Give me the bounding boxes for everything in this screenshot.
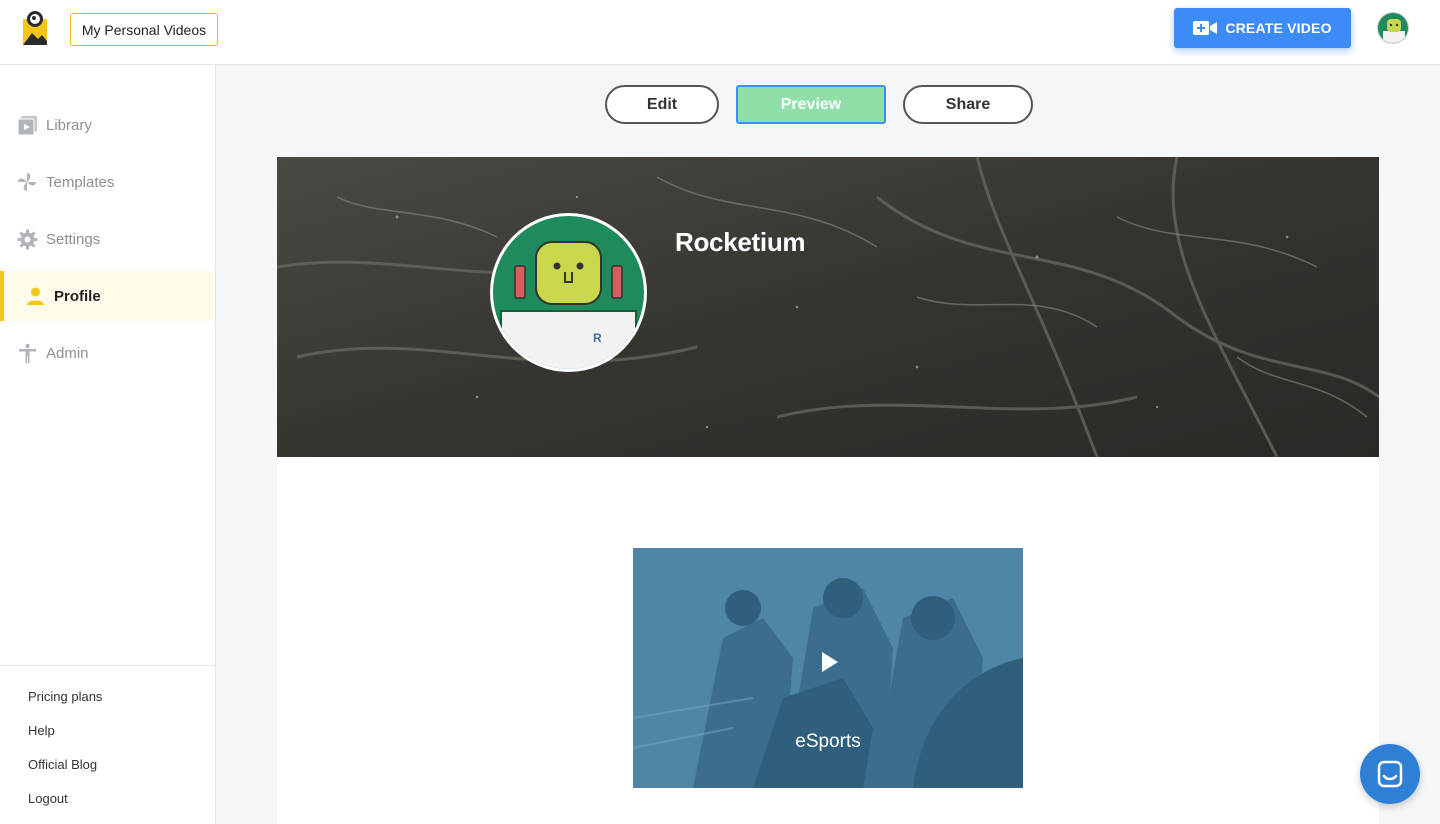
sidebar-item-profile[interactable]: Profile xyxy=(0,271,215,321)
workspace-selector[interactable]: My Personal Videos xyxy=(70,13,218,46)
robot-avatar-icon: R xyxy=(493,216,644,369)
person-icon xyxy=(27,287,44,305)
sidebar-item-label: Profile xyxy=(54,287,101,305)
profile-avatar[interactable]: R xyxy=(490,213,647,372)
tab-edit[interactable]: Edit xyxy=(605,85,719,124)
sidebar-item-label: Settings xyxy=(46,230,101,248)
sidebar-item-label: Admin xyxy=(46,344,89,362)
top-bar: My Personal Videos CREATE VIDEO xyxy=(0,0,1440,65)
profile-banner: R Rocketium xyxy=(277,157,1379,457)
video-card[interactable]: eSports xyxy=(633,548,1023,788)
rocketium-logo-icon[interactable] xyxy=(20,9,50,47)
admin-icon xyxy=(19,343,36,363)
sidebar: Library Templates Settings Profile Admin… xyxy=(0,65,216,824)
video-title: eSports xyxy=(795,731,861,752)
create-video-label: CREATE VIDEO xyxy=(1225,20,1332,36)
chat-icon xyxy=(1377,760,1403,788)
tab-share[interactable]: Share xyxy=(903,85,1033,124)
chat-launcher-button[interactable] xyxy=(1360,744,1420,804)
logout-link[interactable]: Logout xyxy=(28,791,68,806)
sidebar-footer: Pricing plans Help Official Blog Logout xyxy=(0,665,215,806)
library-icon xyxy=(17,115,37,135)
video-camera-add-icon xyxy=(1193,21,1218,35)
svg-text:R: R xyxy=(593,331,602,345)
robot-avatar-icon xyxy=(1378,13,1408,43)
profile-name: Rocketium xyxy=(675,227,806,257)
sidebar-item-library[interactable]: Library xyxy=(0,100,215,150)
templates-icon xyxy=(18,172,36,191)
gear-icon xyxy=(17,229,38,249)
official-blog-link[interactable]: Official Blog xyxy=(28,757,97,772)
tab-preview[interactable]: Preview xyxy=(736,85,886,124)
sidebar-item-templates[interactable]: Templates xyxy=(0,157,215,207)
help-link[interactable]: Help xyxy=(28,723,55,738)
pricing-plans-link[interactable]: Pricing plans xyxy=(28,689,102,704)
sidebar-item-label: Templates xyxy=(46,173,115,191)
sidebar-item-settings[interactable]: Settings xyxy=(0,214,215,264)
sidebar-item-admin[interactable]: Admin xyxy=(0,328,215,378)
forest-banner-image xyxy=(277,157,1379,457)
profile-page-preview: R Rocketium eSports xyxy=(277,157,1379,824)
user-avatar[interactable] xyxy=(1377,12,1409,44)
create-video-button[interactable]: CREATE VIDEO xyxy=(1174,8,1351,48)
sidebar-item-label: Library xyxy=(46,116,92,134)
play-icon[interactable] xyxy=(818,651,840,673)
